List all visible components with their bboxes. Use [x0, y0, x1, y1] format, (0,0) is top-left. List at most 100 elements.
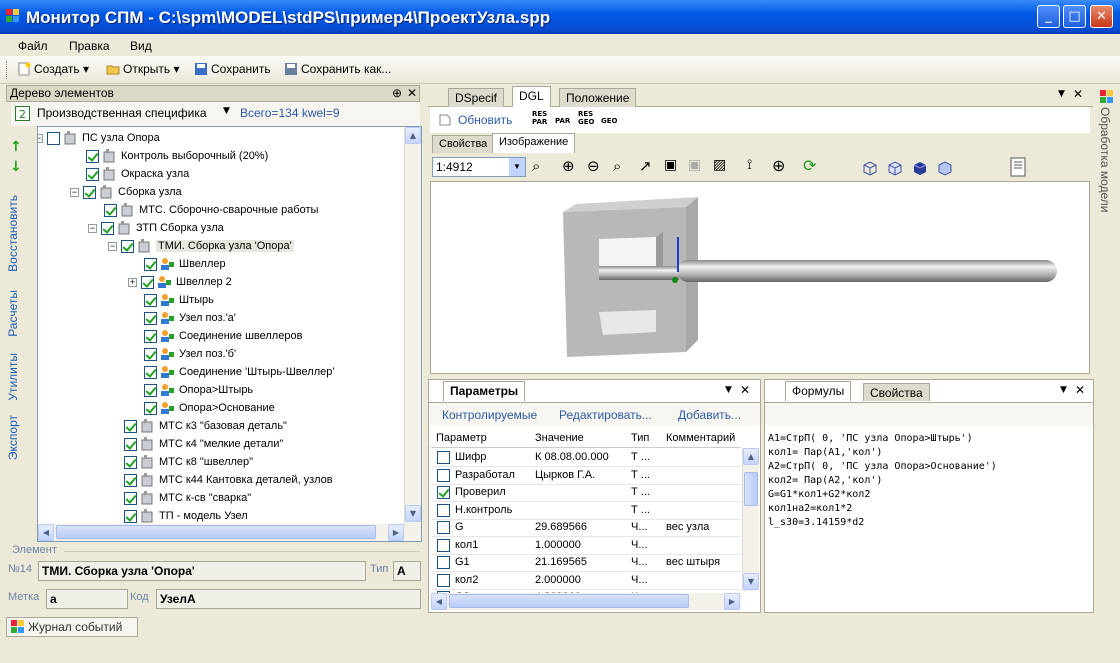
tree-node[interactable]: − Сборка узла: [70, 183, 182, 201]
tree-node-checkbox[interactable]: [144, 329, 157, 343]
params-close-icon[interactable]: ✕: [740, 383, 750, 397]
params-scroll-left[interactable]: ◀: [431, 593, 447, 610]
spm-export-icon[interactable]: [1009, 157, 1027, 177]
save-as-button[interactable]: Сохранить как...: [284, 62, 391, 76]
zoom-icon[interactable]: ⌕: [532, 157, 540, 175]
tree-node-checkbox[interactable]: [124, 419, 137, 433]
zoom-window-icon[interactable]: ⌕: [613, 157, 621, 175]
param-checkbox[interactable]: [437, 503, 450, 517]
hscroll-thumb[interactable]: [56, 525, 376, 539]
tree-node-checkbox[interactable]: [86, 167, 99, 181]
col-param[interactable]: Параметр: [436, 432, 487, 444]
tree-node[interactable]: Опора>Штырь: [144, 381, 253, 399]
tree-node[interactable]: МТС. Сборочно-сварочные работы: [104, 201, 318, 219]
tab-export[interactable]: Экспорт: [6, 415, 20, 460]
cube-solid-icon[interactable]: [911, 159, 929, 177]
scale-combo[interactable]: 1:4912 ▼: [432, 157, 526, 177]
tab-utilities[interactable]: Утилиты: [6, 353, 20, 401]
tree-node[interactable]: МТС к-св "сварка": [124, 489, 251, 507]
param-row[interactable]: Н.контроль Т ...: [431, 502, 741, 520]
params-vscroll-thumb[interactable]: [744, 472, 758, 506]
param-checkbox[interactable]: [437, 451, 450, 464]
tree-node-checkbox[interactable]: [124, 491, 137, 505]
tree-node[interactable]: Контроль выборочный (20%): [86, 147, 268, 165]
axes-icon[interactable]: ⟟: [747, 157, 752, 173]
tab-dspecif[interactable]: DSpecif: [448, 88, 505, 107]
param-row[interactable]: Шифр К 08.08.00.000 Т ...: [431, 449, 741, 467]
tree-node[interactable]: Соединение 'Штырь-Швеллер': [144, 363, 334, 381]
tree-node[interactable]: Узел поз.'а': [144, 309, 236, 327]
tree-node-checkbox[interactable]: [124, 473, 137, 487]
close-button[interactable]: ✕: [1090, 5, 1113, 28]
tree-panel-close-icon[interactable]: ✕: [407, 86, 417, 100]
tree-node[interactable]: Узел поз.'б': [144, 345, 236, 363]
params-vscrollbar[interactable]: ▲ ▼: [742, 448, 759, 591]
fit-view-icon[interactable]: ▣: [664, 157, 677, 173]
tree-node[interactable]: ТП - модель Узел: [124, 507, 248, 525]
formulas-menu-icon[interactable]: ▼: [1060, 385, 1067, 395]
doc-tabs-close-icon[interactable]: ✕: [1073, 87, 1083, 101]
tab-dgl[interactable]: DGL: [512, 86, 551, 108]
formula-editor[interactable]: A1=СтрП( 0, 'ПС узла Опора>Штырь') кол1= …: [768, 432, 997, 530]
tree-node[interactable]: МТС к44 Кантовка деталей, узлов: [124, 471, 333, 489]
tree-node[interactable]: Швеллер: [144, 255, 226, 273]
tree-vscrollbar[interactable]: ▲ ▼: [404, 127, 421, 524]
col-type[interactable]: Тип: [631, 432, 649, 444]
tree-node-checkbox[interactable]: [144, 311, 157, 325]
maximize-button[interactable]: □: [1063, 5, 1086, 28]
param-checkbox[interactable]: [437, 538, 450, 552]
tree-node-checkbox[interactable]: [124, 437, 137, 451]
formula-properties-tab[interactable]: Свойства: [863, 383, 930, 401]
param-row[interactable]: Разработал Цырков Г.А. Т ...: [431, 467, 741, 485]
move-down-icon[interactable]: ↓: [10, 159, 22, 175]
tree-node-checkbox[interactable]: [47, 131, 60, 145]
model-3d-view[interactable]: [430, 181, 1090, 374]
minimize-button[interactable]: _: [1037, 5, 1060, 28]
menu-view[interactable]: Вид: [130, 39, 152, 53]
tree-node-checkbox[interactable]: [121, 239, 134, 253]
param-value[interactable]: 29.689566: [535, 521, 629, 533]
expand-icon[interactable]: +: [128, 277, 137, 287]
tree-node[interactable]: МТС к3 "базовая деталь": [124, 417, 287, 435]
param-value[interactable]: 2.000000: [535, 574, 629, 586]
subtab-image[interactable]: Изображение: [492, 133, 576, 153]
col-value[interactable]: Значение: [535, 432, 584, 444]
move-up-icon[interactable]: ↑: [10, 139, 22, 155]
pin-icon[interactable]: ⊕: [392, 86, 402, 100]
element-code-field[interactable]: УзелА: [156, 589, 421, 609]
tree-node-checkbox[interactable]: [83, 185, 96, 199]
tree-node[interactable]: МТС к4 "мелкие детали": [124, 435, 283, 453]
params-menu-icon[interactable]: ▼: [725, 385, 732, 395]
edit-button[interactable]: Редактировать...: [559, 408, 652, 422]
create-button[interactable]: Создать ▾: [17, 62, 89, 76]
tree-hscrollbar[interactable]: ◀ ▶: [38, 524, 421, 541]
collapse-icon[interactable]: −: [88, 223, 97, 233]
params-tab[interactable]: Параметры: [443, 381, 526, 401]
collapse-icon[interactable]: −: [38, 133, 43, 143]
subtab-properties[interactable]: Свойства: [432, 135, 495, 153]
element-type-field[interactable]: А: [393, 561, 421, 581]
controlled-button[interactable]: Контролируемые: [442, 408, 537, 422]
add-button[interactable]: Добавить...: [678, 408, 741, 422]
tree-node[interactable]: + Швеллер 2: [128, 273, 232, 291]
zoom-in-icon[interactable]: ⊕: [562, 157, 575, 175]
tree-node-checkbox[interactable]: [86, 149, 99, 163]
tree-node[interactable]: Штырь: [144, 291, 214, 309]
tree-node[interactable]: − ТМИ. Сборка узла 'Опора': [108, 237, 294, 255]
tab-position[interactable]: Положение: [559, 88, 637, 107]
cube-hidden-icon[interactable]: [886, 159, 904, 177]
zoom-out-icon[interactable]: ⊖: [587, 157, 600, 175]
param-value[interactable]: Цырков Г.А.: [535, 469, 629, 481]
tree-node-checkbox[interactable]: [144, 401, 157, 415]
scroll-left-button[interactable]: ◀: [38, 524, 54, 541]
target-icon[interactable]: ⊕: [772, 156, 785, 175]
tab-restore[interactable]: Восстановить: [6, 195, 20, 272]
collapse-icon[interactable]: −: [108, 241, 117, 251]
tree-node-checkbox[interactable]: [124, 455, 137, 469]
params-hscrollbar[interactable]: ◀ ▶: [431, 593, 741, 610]
tree-node-checkbox[interactable]: [124, 509, 137, 523]
tab-calculations[interactable]: Расчеты: [6, 290, 20, 337]
tree-node[interactable]: МТС к8 "швеллер": [124, 453, 253, 471]
pan-arrow-icon[interactable]: ↗: [639, 157, 652, 175]
spec-combo[interactable]: Производственная специфика: [37, 106, 207, 120]
